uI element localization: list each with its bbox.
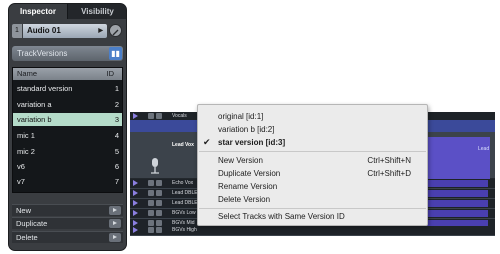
column-header-id[interactable]: ID: [107, 68, 115, 80]
track-lane-name: BGVs High: [172, 227, 197, 233]
version-id: 4: [114, 131, 119, 140]
version-id: 3: [114, 115, 119, 124]
version-name: mic 1: [17, 131, 35, 140]
action-label: Duplicate: [16, 219, 48, 228]
list-item-selected[interactable]: variation b 3: [13, 113, 122, 126]
trackversions-section-header[interactable]: TrackVersions ▮▮: [12, 46, 123, 61]
play-icon: [109, 219, 121, 228]
menu-item-label: original [id:1]: [218, 112, 264, 121]
track-lane-name: Lead Vox: [172, 142, 194, 148]
list-item[interactable]: v7 7: [13, 175, 122, 188]
track-lane[interactable]: BGVs High: [130, 226, 495, 236]
track-name-label: Audio 01: [27, 26, 61, 35]
expand-icon[interactable]: [133, 200, 138, 206]
track-versions-icon[interactable]: ▮▮: [109, 47, 122, 60]
list-item[interactable]: variation a 2: [13, 98, 122, 111]
menu-separator: [199, 208, 426, 209]
expand-icon[interactable]: [133, 180, 138, 186]
version-id: 1: [114, 84, 119, 93]
column-header-name[interactable]: Name: [17, 68, 37, 80]
mute-button[interactable]: [148, 113, 154, 119]
solo-button[interactable]: [156, 113, 162, 119]
menu-item-version[interactable]: variation b [id:2]: [218, 123, 423, 136]
track-selector[interactable]: 1 Audio 01 ▶: [12, 24, 123, 38]
menu-item-label: New Version: [218, 156, 263, 165]
track-versions-context-menu: original [id:1] variation b [id:2] ✔ sta…: [197, 104, 428, 226]
track-number: 1: [12, 24, 22, 38]
menu-item-version[interactable]: original [id:1]: [218, 110, 423, 123]
menu-separator: [199, 151, 426, 152]
action-label: Delete: [16, 233, 38, 242]
audio-event[interactable]: [420, 137, 490, 183]
version-name: standard version: [17, 84, 73, 93]
inspector-panel: Inspector Visibility 1 Audio 01 ▶ TrackV…: [8, 3, 127, 251]
menu-item-new-version[interactable]: New Version Ctrl+Shift+N: [218, 154, 423, 167]
section-title: TrackVersions: [17, 49, 68, 58]
event-label: Lead: [478, 146, 490, 152]
solo-button[interactable]: [156, 180, 162, 186]
list-item[interactable]: mic 1 4: [13, 129, 122, 142]
menu-item-label: Delete Version: [218, 195, 271, 204]
menu-item-label: Duplicate Version: [218, 169, 281, 178]
expand-icon[interactable]: [133, 227, 138, 233]
menu-shortcut: Ctrl+Shift+N: [367, 156, 411, 165]
menu-item-label: Select Tracks with Same Version ID: [218, 212, 345, 221]
tab-visibility[interactable]: Visibility: [69, 4, 126, 19]
track-lane-name: BGVs Low: [172, 210, 196, 216]
menu-item-delete-version[interactable]: Delete Version: [218, 193, 423, 206]
expand-icon[interactable]: [133, 113, 138, 119]
version-id: 2: [114, 100, 119, 109]
version-id: 6: [114, 162, 119, 171]
new-version-button[interactable]: New: [12, 204, 123, 216]
expand-icon[interactable]: [133, 210, 138, 216]
inspector-tabs: Inspector Visibility: [9, 4, 126, 19]
menu-item-rename-version[interactable]: Rename Version: [218, 180, 423, 193]
version-name: variation b: [17, 115, 52, 124]
menu-item-version-active[interactable]: star version [id:3]: [218, 136, 423, 149]
version-name: v7: [17, 177, 25, 186]
track-lane-name: Echo Vox: [172, 180, 194, 186]
menu-shortcut: Ctrl+Shift+D: [367, 169, 411, 178]
track-name[interactable]: Audio 01 ▶: [23, 24, 107, 38]
play-icon: [109, 206, 121, 215]
version-id: 7: [114, 177, 119, 186]
solo-button[interactable]: [156, 200, 162, 206]
list-item[interactable]: v6 6: [13, 160, 122, 173]
solo-button[interactable]: [156, 190, 162, 196]
version-list: Name ID standard version 1 variation a 2…: [12, 67, 123, 193]
expand-icon[interactable]: [133, 190, 138, 196]
edit-channel-button[interactable]: [109, 24, 122, 37]
version-id: 5: [114, 147, 119, 156]
menu-item-label: Rename Version: [218, 182, 278, 191]
action-label: New: [16, 206, 32, 215]
mute-button[interactable]: [148, 180, 154, 186]
track-dropdown-icon: ▶: [98, 28, 103, 34]
version-name: v6: [17, 162, 25, 171]
list-item[interactable]: mic 2 5: [13, 145, 122, 158]
list-header: Name ID: [13, 68, 122, 80]
menu-item-duplicate-version[interactable]: Duplicate Version Ctrl+Shift+D: [218, 167, 423, 180]
mute-button[interactable]: [148, 200, 154, 206]
delete-version-button[interactable]: Delete: [12, 231, 123, 243]
play-icon: [109, 233, 121, 242]
version-name: mic 2: [17, 147, 35, 156]
mute-button[interactable]: [148, 190, 154, 196]
menu-item-label: star version [id:3]: [218, 138, 286, 147]
duplicate-version-button[interactable]: Duplicate: [12, 217, 123, 229]
edit-icon: [112, 29, 119, 36]
solo-button[interactable]: [156, 227, 162, 233]
checkmark-icon: ✔: [203, 137, 211, 147]
mute-button[interactable]: [148, 210, 154, 216]
menu-item-label: variation b [id:2]: [218, 125, 275, 134]
version-name: variation a: [17, 100, 52, 109]
list-item[interactable]: standard version 1: [13, 82, 122, 95]
mute-button[interactable]: [148, 227, 154, 233]
tab-inspector[interactable]: Inspector: [9, 4, 68, 19]
menu-item-select-same-version[interactable]: Select Tracks with Same Version ID: [218, 210, 423, 223]
microphone-icon: [151, 158, 159, 174]
solo-button[interactable]: [156, 210, 162, 216]
